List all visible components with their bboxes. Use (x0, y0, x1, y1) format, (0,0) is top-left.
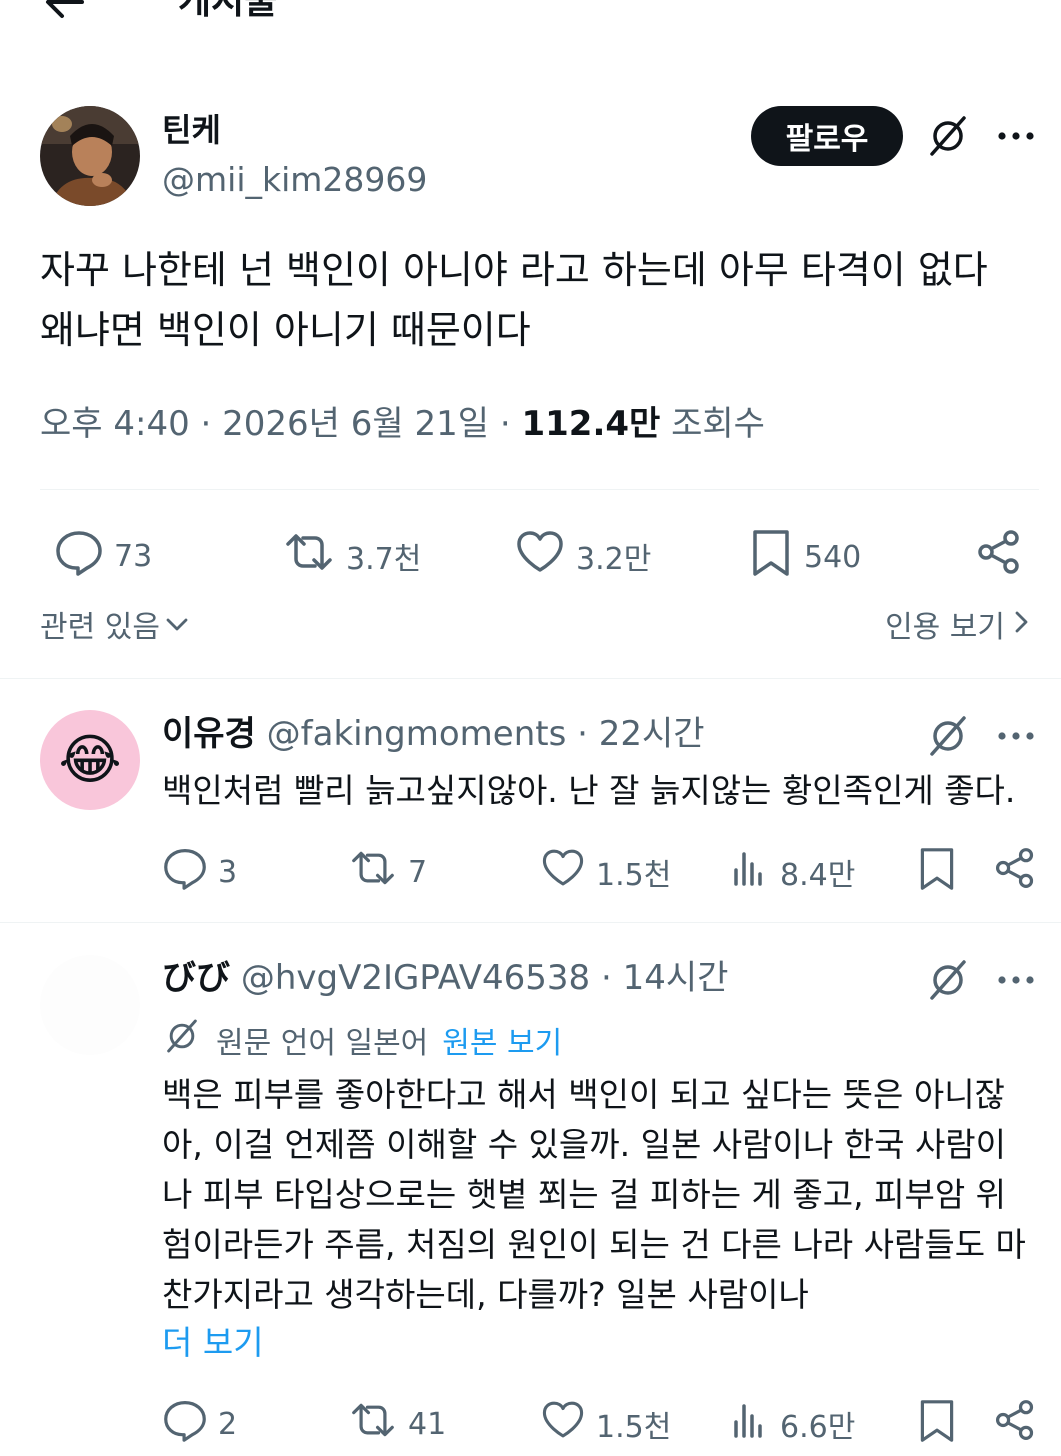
reply-icon (162, 846, 208, 898)
meta-separator: · (499, 404, 522, 444)
back-arrow-icon[interactable] (40, 0, 88, 26)
follow-button[interactable]: 팔로우 (751, 106, 903, 166)
author-handle[interactable]: @mii_kim28969 (162, 160, 427, 200)
post-date[interactable]: 2026년 6월 21일 (222, 404, 489, 444)
view-quotes-link[interactable]: 인용 보기 (885, 606, 1031, 650)
reply-button[interactable]: 3 (162, 846, 237, 898)
reply-text-line: 험이라든가 주름, 처짐의 원인이 되는 건 다른 나라 사람들도 마 (162, 1225, 1026, 1264)
share-button[interactable] (974, 528, 1024, 584)
reply-text-line: 아, 이걸 언제쯤 이해할 수 있을까. 일본 사람이나 한국 사람이 (162, 1125, 1007, 1164)
heart-icon (514, 528, 566, 584)
repost-button[interactable]: 7 (348, 846, 427, 898)
like-count: 1.5천 (596, 1410, 672, 1445)
reply-button[interactable]: 2 (162, 1398, 237, 1450)
heart-icon (540, 1398, 586, 1450)
like-count: 3.2만 (576, 542, 652, 577)
reply-time[interactable]: 14시간 (623, 958, 729, 998)
reply-text: 백은 피부를 좋아한다고 해서 백인이 되고 싶다는 뜻은 아니잖 아, 이걸 … (162, 1070, 1052, 1320)
reply-author-handle[interactable]: @hvgV2IGPAV46538 (241, 958, 590, 998)
divider (40, 489, 1039, 490)
reply-icon (54, 528, 104, 584)
post-time[interactable]: 오후 4:40 (40, 404, 190, 444)
bookmark-button[interactable]: 540 (748, 528, 861, 586)
meta-separator: · (577, 714, 599, 754)
repost-icon (348, 846, 398, 898)
reply-author-handle[interactable]: @fakingmoments (267, 714, 567, 754)
author-name[interactable]: 틴케 (162, 110, 221, 150)
show-more-link[interactable]: 더 보기 (162, 1320, 264, 1366)
repost-count: 3.7천 (346, 542, 422, 577)
laughing-emoji-avatar: 😂 (58, 728, 122, 791)
share-icon[interactable] (992, 1398, 1038, 1442)
reply-count: 3 (218, 854, 238, 890)
bookmark-icon (748, 528, 794, 586)
more-options-icon[interactable] (994, 112, 1038, 160)
reply-count: 73 (114, 538, 153, 574)
reply-header: びび @hvgV2IGPAV46538 · 14시간 (162, 956, 728, 1000)
reply-button[interactable]: 73 (54, 528, 152, 584)
reply-avatar[interactable]: 😂 (40, 710, 140, 810)
bookmark-icon[interactable] (916, 846, 958, 892)
repost-button[interactable]: 41 (348, 1398, 446, 1450)
grok-icon[interactable] (924, 712, 972, 760)
views-button[interactable]: 6.6만 (730, 1398, 855, 1450)
repost-icon (282, 528, 336, 584)
meta-separator: · (200, 404, 223, 444)
grok-translate-icon (162, 1016, 202, 1064)
repost-count: 41 (408, 1406, 447, 1442)
quotes-label: 인용 보기 (885, 610, 1005, 645)
reply-text-line: 찬가지라고 생각하는데, 다를까? 일본 사람이나 (162, 1275, 809, 1314)
reply-author-name[interactable]: 이유경 (162, 714, 256, 754)
view-count: 8.4만 (780, 858, 856, 893)
reply-count: 2 (218, 1406, 238, 1442)
more-options-icon[interactable] (994, 712, 1038, 760)
view-count: 6.6만 (780, 1410, 856, 1445)
share-icon[interactable] (992, 846, 1038, 890)
divider (0, 678, 1061, 679)
author-avatar[interactable] (40, 106, 140, 206)
repost-icon (348, 1398, 398, 1450)
view-count: 112.4만 (521, 404, 661, 444)
reply-text-line: 백은 피부를 좋아한다고 해서 백인이 되고 싶다는 뜻은 아니잖 (162, 1075, 1005, 1114)
views-button[interactable]: 8.4만 (730, 846, 855, 898)
heart-icon (540, 846, 586, 898)
post-meta: 오후 4:40 · 2026년 6월 21일 · 112.4만 조회수 (40, 402, 765, 446)
translation-notice: 원문 언어 일본어 원본 보기 (162, 1016, 562, 1064)
bar-chart-icon (730, 1398, 770, 1450)
bar-chart-icon (730, 846, 770, 898)
chevron-down-icon (164, 606, 190, 650)
reply-time[interactable]: 22시간 (599, 714, 705, 754)
like-button[interactable]: 1.5천 (540, 846, 671, 898)
view-label: 조회수 (671, 404, 765, 444)
show-original-link[interactable]: 원본 보기 (442, 1018, 562, 1062)
reply-icon (162, 1398, 208, 1450)
like-count: 1.5천 (596, 858, 672, 893)
bookmark-count: 540 (804, 539, 862, 575)
share-icon (974, 528, 1024, 584)
chevron-right-icon (1011, 606, 1031, 650)
post-text: 자꾸 나한테 넌 백인이 아니야 라고 하는데 아무 타격이 없다 왜냐면 백인… (40, 248, 988, 352)
repost-count: 7 (408, 854, 428, 890)
grok-icon[interactable] (924, 112, 972, 160)
related-filter[interactable]: 관련 있음 (40, 606, 190, 650)
divider (0, 922, 1061, 923)
more-options-icon[interactable] (994, 956, 1038, 1004)
related-label: 관련 있음 (40, 610, 160, 645)
reply-author-name[interactable]: びび (162, 958, 230, 998)
reply-text: 백인처럼 빨리 늙고싶지않아. 난 잘 늙지않는 황인족인게 좋다. (162, 771, 1016, 810)
like-button[interactable]: 3.2만 (514, 528, 651, 584)
reply-header: 이유경 @fakingmoments · 22시간 (162, 712, 705, 756)
like-button[interactable]: 1.5천 (540, 1398, 671, 1450)
page-title: 게시물 (178, 0, 278, 22)
reply-text-line: 나 피부 타입상으로는 햇볕 쬐는 걸 피하는 게 좋고, 피부암 위 (162, 1175, 1007, 1214)
meta-separator: · (600, 958, 623, 998)
translation-note: 원문 언어 일본어 (216, 1026, 429, 1061)
grok-icon[interactable] (924, 956, 972, 1004)
bookmark-icon[interactable] (916, 1398, 958, 1444)
repost-button[interactable]: 3.7천 (282, 528, 421, 584)
reply-avatar[interactable] (40, 955, 140, 1055)
